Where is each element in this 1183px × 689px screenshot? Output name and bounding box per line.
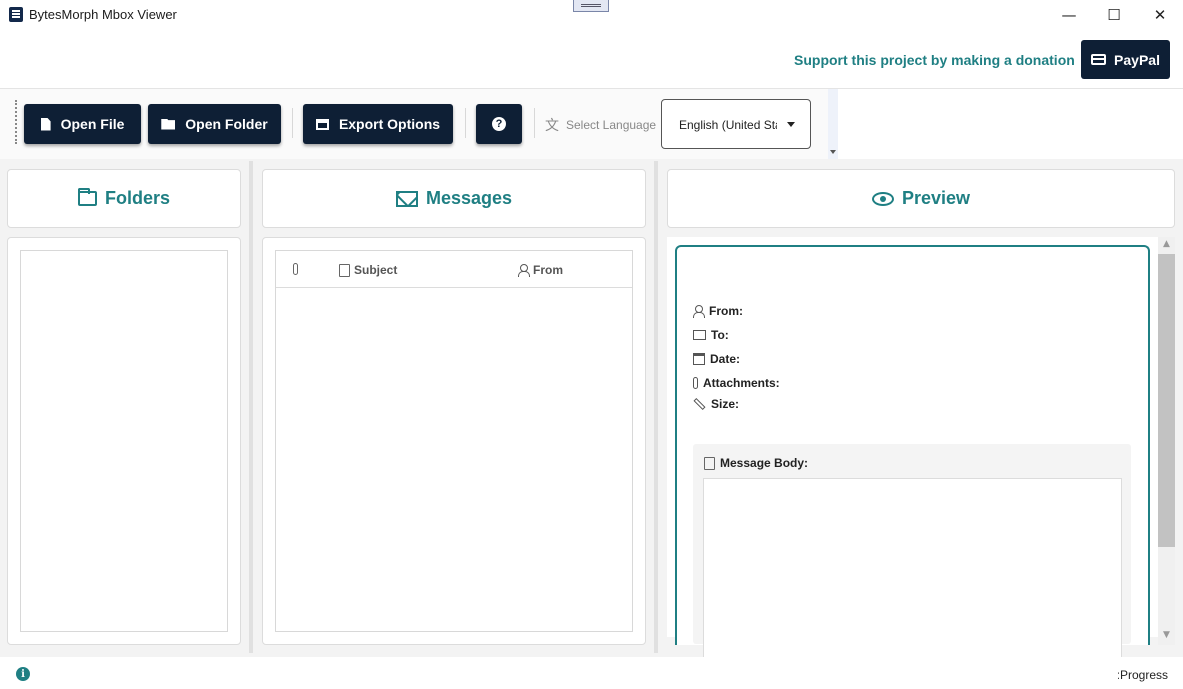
status-bar bbox=[0, 657, 1183, 689]
message-list-header: Subject From bbox=[276, 251, 632, 288]
preview-from-row: From: bbox=[693, 304, 743, 318]
document-icon bbox=[40, 117, 51, 131]
clipboard-icon bbox=[339, 263, 350, 277]
splitter-right[interactable] bbox=[654, 161, 658, 653]
drag-handle[interactable] bbox=[573, 0, 609, 12]
preview-attachments-label: Attachments: bbox=[703, 376, 780, 390]
messages-title: Messages bbox=[425, 188, 513, 208]
translate-icon: 文 bbox=[545, 118, 559, 134]
paypal-button[interactable]: PayPal bbox=[1081, 40, 1170, 79]
app-icon bbox=[9, 7, 23, 22]
splitter-left[interactable] bbox=[249, 161, 253, 653]
toolbar-separator bbox=[465, 108, 466, 138]
donation-link[interactable]: Support this project by making a donatio… bbox=[794, 52, 1075, 68]
column-from-label: From bbox=[533, 263, 563, 277]
preview-title: Preview bbox=[901, 188, 971, 208]
person-icon bbox=[693, 305, 705, 318]
column-from[interactable]: From bbox=[518, 263, 563, 277]
toolbar-grip[interactable] bbox=[15, 100, 17, 144]
preview-size-row: Size: bbox=[693, 397, 739, 411]
preview-size-label: Size: bbox=[711, 397, 740, 411]
preview-date-label: Date: bbox=[710, 352, 741, 366]
scroll-up-icon[interactable]: ▲ bbox=[1161, 239, 1172, 249]
folder-tree[interactable] bbox=[20, 250, 228, 632]
store-icon bbox=[315, 118, 329, 130]
title-bar: BytesMorph Mbox Viewer — ☐ ✕ bbox=[0, 0, 1183, 30]
maximize-button[interactable]: ☐ bbox=[1091, 0, 1137, 30]
window-title: BytesMorph Mbox Viewer bbox=[29, 7, 177, 22]
open-folder-button[interactable]: Open Folder bbox=[148, 104, 281, 144]
minimize-button[interactable]: — bbox=[1046, 0, 1092, 30]
info-icon[interactable]: i bbox=[16, 667, 30, 681]
language-value: English (United States) bbox=[679, 118, 777, 132]
folder-icon bbox=[161, 118, 176, 130]
mail-icon bbox=[693, 330, 706, 340]
chevron-down-icon bbox=[787, 122, 795, 127]
person-icon bbox=[518, 264, 530, 277]
preview-scrollbar[interactable]: ▲ ▼ bbox=[1158, 237, 1175, 645]
paperclip-icon bbox=[693, 377, 698, 389]
scroll-down-icon[interactable]: ▼ bbox=[1161, 630, 1172, 640]
message-body-label: Message Body: bbox=[720, 456, 809, 470]
language-label: Select Language bbox=[566, 118, 657, 132]
paypal-label: PayPal bbox=[1114, 51, 1160, 68]
eye-icon bbox=[871, 191, 894, 206]
toolbar-separator bbox=[292, 108, 293, 138]
progress-label: Progress: bbox=[1118, 668, 1168, 682]
question-icon: ? bbox=[492, 117, 506, 131]
open-file-button[interactable]: Open File bbox=[24, 104, 141, 144]
folder-icon bbox=[77, 188, 97, 206]
preview-attachments-row: Attachments: bbox=[693, 376, 780, 390]
preview-to-row: To: bbox=[693, 328, 729, 342]
export-options-button[interactable]: Export Options bbox=[303, 104, 453, 144]
toolbar-overflow-button[interactable] bbox=[828, 89, 838, 159]
preview-header: Preview bbox=[667, 169, 1175, 228]
message-list[interactable] bbox=[275, 250, 633, 632]
calendar-icon bbox=[693, 353, 705, 365]
close-button[interactable]: ✕ bbox=[1137, 0, 1183, 30]
message-body-view[interactable] bbox=[703, 478, 1122, 658]
preview-to-label: To: bbox=[711, 328, 729, 342]
message-body-header: Message Body: bbox=[704, 456, 808, 470]
folders-header: Folders bbox=[7, 169, 241, 228]
ruler-icon bbox=[693, 397, 706, 411]
open-file-label: Open File bbox=[60, 116, 125, 132]
export-options-label: Export Options bbox=[338, 116, 441, 132]
folders-title: Folders bbox=[104, 188, 170, 208]
open-folder-label: Open Folder bbox=[185, 116, 268, 132]
preview-date-row: Date: bbox=[693, 352, 740, 366]
column-subject-label: Subject bbox=[354, 263, 398, 277]
toolbar-separator bbox=[534, 108, 535, 138]
messages-header: Messages bbox=[262, 169, 646, 228]
card-icon bbox=[1091, 54, 1107, 65]
column-subject[interactable]: Subject bbox=[339, 263, 397, 277]
document-icon bbox=[704, 456, 715, 470]
preview-from-label: From: bbox=[709, 304, 743, 318]
language-select[interactable]: English (United States) bbox=[661, 99, 811, 149]
scrollbar-thumb[interactable] bbox=[1158, 254, 1175, 547]
column-attachment[interactable] bbox=[293, 263, 298, 275]
paperclip-icon bbox=[293, 263, 298, 275]
mail-icon bbox=[395, 190, 418, 207]
help-button[interactable]: ? bbox=[476, 104, 522, 144]
